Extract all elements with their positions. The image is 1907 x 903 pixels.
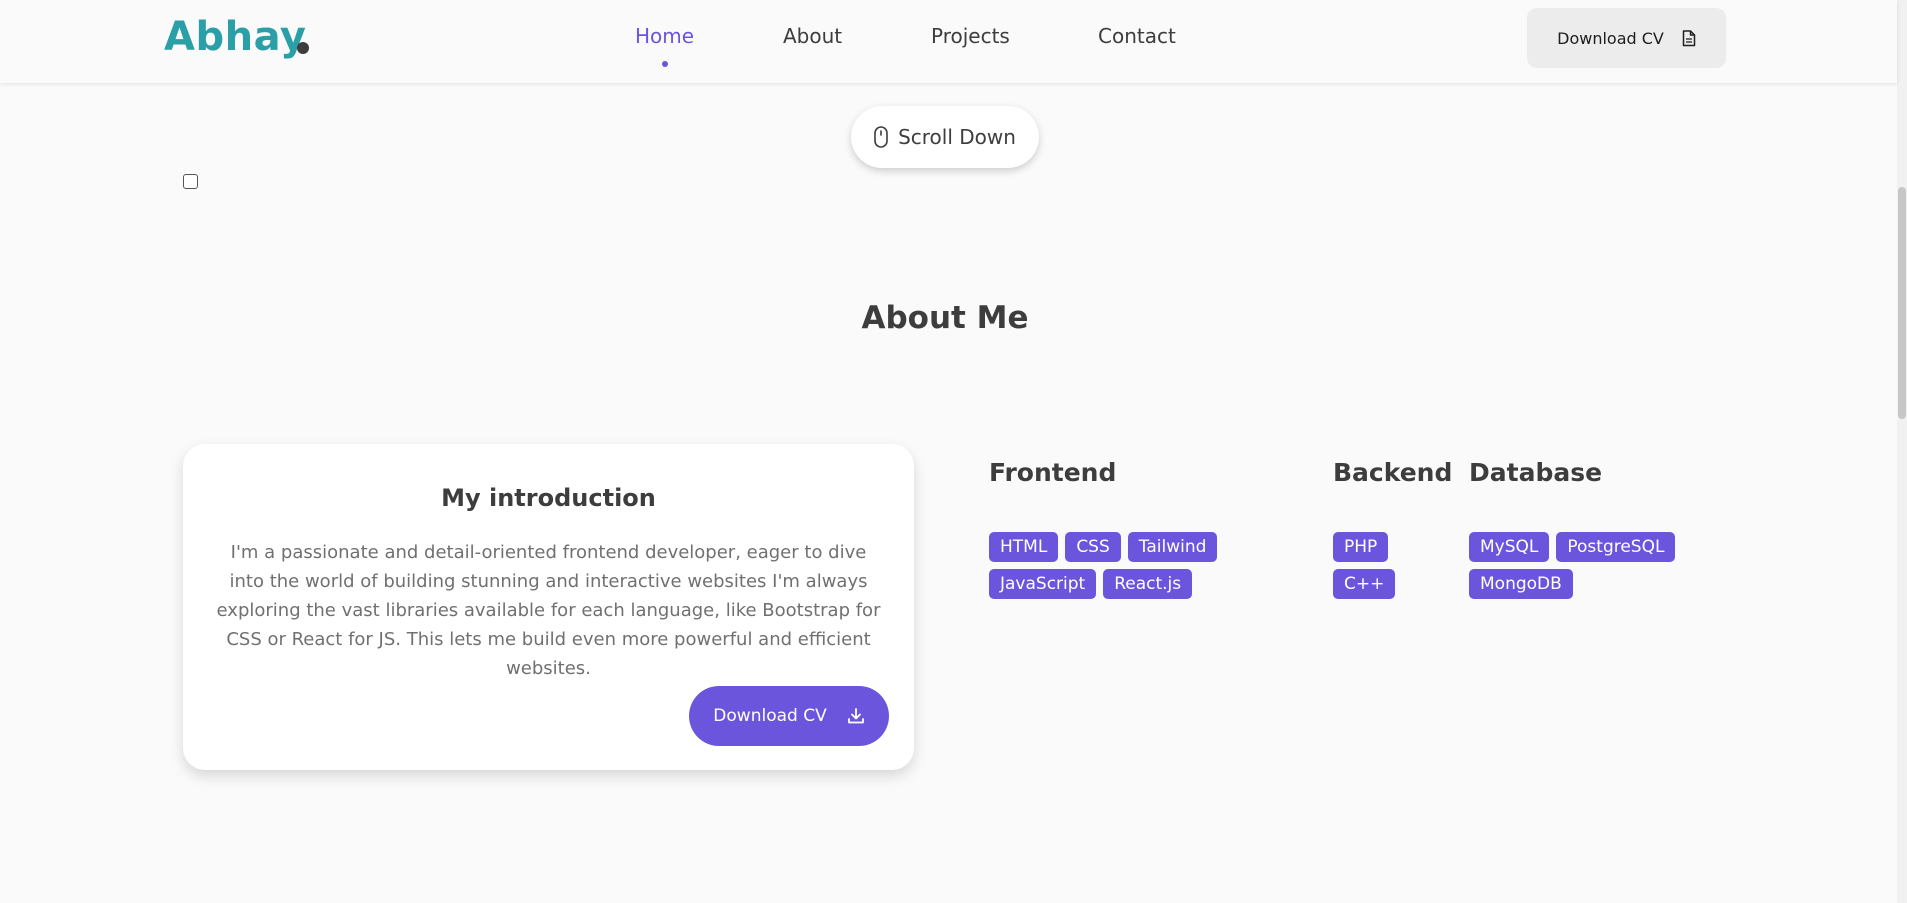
- scrollbar-track[interactable]: [1897, 0, 1907, 903]
- introduction-card: My introduction I'm a passionate and det…: [183, 444, 914, 770]
- scrollbar-thumb[interactable]: [1898, 187, 1906, 419]
- nav-about[interactable]: About: [783, 24, 842, 48]
- nav-projects[interactable]: Projects: [931, 24, 1010, 48]
- skill-tag: PostgreSQL: [1556, 532, 1676, 562]
- site-header: Abhay Home About Projects Contact Downlo…: [0, 0, 1897, 83]
- skill-tag: HTML: [989, 532, 1059, 562]
- skills-database-heading: Database: [1469, 458, 1603, 487]
- skills-database-tags: MySQL PostgreSQL MongoDB: [1469, 532, 1719, 599]
- scroll-down-label: Scroll Down: [898, 125, 1016, 149]
- nav-contact[interactable]: Contact: [1098, 24, 1176, 48]
- nav-home[interactable]: Home: [635, 24, 694, 48]
- scroll-down-button[interactable]: Scroll Down: [851, 106, 1039, 168]
- skill-tag: C++: [1333, 569, 1396, 599]
- skills-frontend-heading: Frontend: [989, 458, 1117, 487]
- skills-database: Database MySQL PostgreSQL MongoDB: [1469, 458, 1719, 599]
- mouse-icon: [874, 126, 888, 148]
- skill-tag: Tailwind: [1127, 532, 1218, 562]
- section-title: About Me: [861, 300, 1029, 336]
- skills-frontend: Frontend HTML CSS Tailwind JavaScript Re…: [989, 458, 1289, 599]
- skills-backend-tags: PHP C++: [1333, 532, 1413, 599]
- skills-backend: Backend PHP C++: [1333, 458, 1453, 599]
- checkbox[interactable]: [183, 174, 198, 189]
- skill-tag: JavaScript: [989, 569, 1097, 599]
- card-title: My introduction: [441, 484, 656, 512]
- skill-tag: CSS: [1065, 532, 1121, 562]
- introduction-text: I'm a passionate and detail-oriented fro…: [216, 542, 881, 679]
- document-icon: [1682, 29, 1696, 46]
- header-download-cv-button[interactable]: Download CV: [1527, 8, 1726, 68]
- skill-tag: PHP: [1333, 532, 1389, 562]
- download-icon: [847, 708, 864, 724]
- skills-backend-heading: Backend: [1333, 458, 1453, 487]
- download-cv-label: Download CV: [713, 706, 827, 726]
- active-nav-indicator: [662, 61, 668, 67]
- skills-frontend-tags: HTML CSS Tailwind JavaScript React.js: [989, 532, 1289, 599]
- download-cv-button[interactable]: Download CV: [689, 686, 889, 746]
- skill-tag: MySQL: [1469, 532, 1550, 562]
- skill-tag: React.js: [1103, 569, 1193, 599]
- skill-tag: MongoDB: [1469, 569, 1573, 599]
- header-download-cv-label: Download CV: [1557, 28, 1664, 48]
